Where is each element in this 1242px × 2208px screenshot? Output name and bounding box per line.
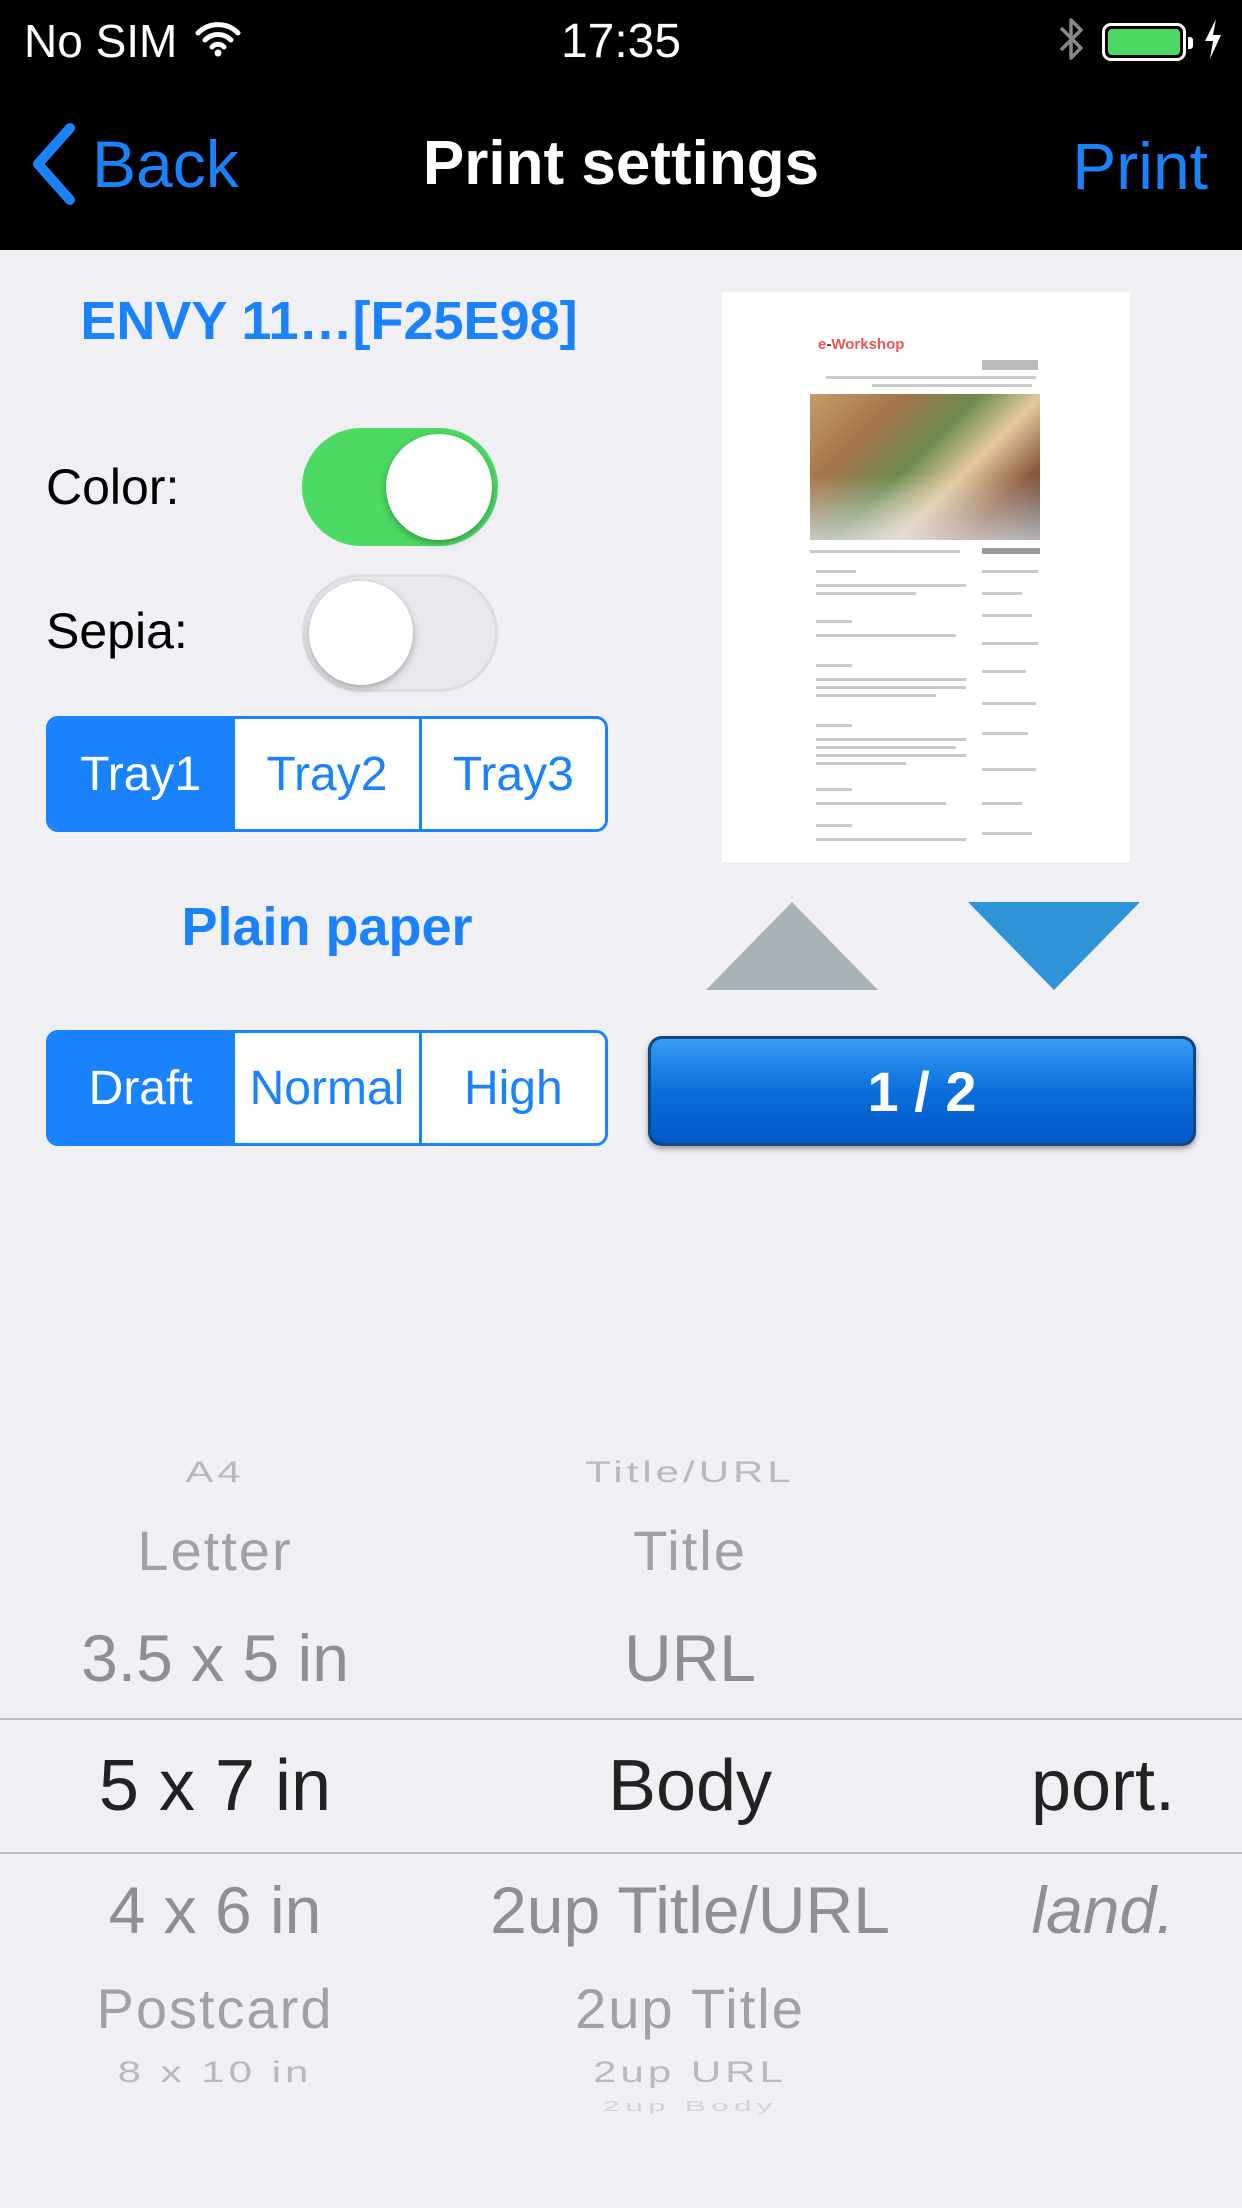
normal-segment[interactable]: Normal: [235, 1033, 422, 1143]
preview-photo: [810, 394, 1040, 540]
battery-level: [1108, 28, 1180, 55]
quality-selector: Draft Normal High: [46, 1030, 608, 1146]
orientation-selected[interactable]: port.: [950, 1745, 1242, 1827]
preview-text-line: [816, 570, 856, 573]
paper-type-selector[interactable]: Plain paper: [46, 896, 608, 958]
preview-text-line: [816, 738, 966, 741]
preview-text-line: [816, 788, 852, 791]
paper-size-option[interactable]: Letter: [0, 1518, 430, 1583]
preview-text-line: [816, 584, 966, 587]
tray-selector: Tray1 Tray2 Tray3: [46, 716, 608, 832]
content-selected[interactable]: Body: [430, 1745, 950, 1827]
sepia-toggle[interactable]: [302, 574, 498, 692]
content-option[interactable]: URL: [430, 1620, 950, 1696]
preview-text-line: [816, 762, 906, 765]
preview-side-line: [982, 768, 1036, 771]
preview-text-line: [816, 724, 852, 727]
navigation-bar: Back Print settings Print: [0, 84, 1242, 250]
preview-logo: e-Workshop: [818, 336, 905, 353]
paper-size-option[interactable]: 4 x 6 in: [0, 1872, 430, 1948]
preview-text-line: [816, 754, 966, 757]
preview-side-line: [982, 732, 1028, 735]
status-right: [1056, 14, 1224, 69]
print-button[interactable]: Print: [1072, 128, 1208, 204]
color-toggle[interactable]: [302, 428, 498, 546]
back-label: Back: [92, 127, 239, 201]
preview-side-line: [982, 614, 1032, 617]
paper-size-option[interactable]: Postcard: [0, 1976, 430, 2041]
paper-size-option[interactable]: 8 x 10 in: [0, 2055, 430, 2089]
preview-side-line: [982, 570, 1038, 573]
preview-text-line: [816, 664, 852, 667]
preview-text-line: [816, 824, 852, 827]
content-option[interactable]: Title/URL: [430, 1455, 950, 1489]
back-button[interactable]: Back: [30, 122, 239, 206]
preview-side-line: [982, 702, 1036, 705]
preview-text-line: [816, 694, 936, 697]
content-option[interactable]: 2up URL: [430, 2055, 950, 2089]
preview-text-line: [816, 634, 956, 637]
previous-page-arrow-icon[interactable]: [706, 902, 878, 990]
preview-nav-line: [826, 376, 1036, 379]
paper-size-selected[interactable]: 5 x 7 in: [0, 1745, 430, 1827]
status-bar: No SIM 17:35: [0, 0, 1242, 84]
next-page-arrow-icon[interactable]: [968, 902, 1140, 990]
paper-size-option[interactable]: A4: [0, 1455, 430, 1489]
paper-options-picker: A4 Letter 3.5 x 5 in 5 x 7 in 4 x 6 in P…: [0, 1440, 1242, 2140]
high-segment[interactable]: High: [421, 1033, 605, 1143]
orientation-column[interactable]: port. land.: [950, 1440, 1242, 2140]
preview-side-line: [982, 670, 1026, 673]
chevron-left-icon: [33, 123, 75, 205]
paper-size-option[interactable]: 3.5 x 5 in: [0, 1620, 430, 1696]
paper-size-column[interactable]: A4 Letter 3.5 x 5 in 5 x 7 in 4 x 6 in P…: [0, 1440, 430, 2140]
preview-text-line: [816, 802, 946, 805]
preview-text-line: [816, 686, 966, 689]
preview-text-line: [816, 746, 956, 749]
page-indicator: 1 / 2: [648, 1036, 1196, 1146]
preview-text-line: [816, 678, 966, 681]
tray3-segment[interactable]: Tray3: [421, 719, 605, 829]
sepia-label: Sepia:: [46, 603, 188, 659]
content-option[interactable]: Title: [430, 1518, 950, 1583]
preview-side-line: [982, 802, 1022, 805]
page-preview[interactable]: e-Workshop: [722, 292, 1130, 862]
content-option[interactable]: 2up Title: [430, 1976, 950, 2041]
content-option[interactable]: 2up Title/URL: [430, 1872, 950, 1948]
content-column[interactable]: Title/URL Title URL Body 2up Title/URL 2…: [430, 1440, 950, 2140]
battery-icon: [1102, 22, 1193, 61]
color-label: Color:: [46, 459, 180, 515]
preview-nav-line: [872, 384, 1032, 387]
preview-side-line: [982, 592, 1022, 595]
preview-text-line: [816, 838, 966, 841]
charging-bolt-icon: [1202, 17, 1224, 66]
battery-nub: [1188, 36, 1193, 49]
preview-text-line: [816, 620, 852, 623]
preview-side-box: [982, 548, 1040, 554]
tray1-segment[interactable]: Tray1: [49, 719, 236, 829]
preview-text-line: [810, 550, 960, 553]
toggle-knob: [309, 581, 413, 685]
content-option[interactable]: 2up Body: [430, 2098, 950, 2115]
orientation-option[interactable]: land.: [950, 1872, 1242, 1948]
tray2-segment[interactable]: Tray2: [235, 719, 422, 829]
preview-text-line: [816, 592, 916, 595]
toggle-knob: [386, 434, 492, 540]
preview-side-line: [982, 642, 1038, 645]
preview-header-box: [982, 360, 1038, 370]
draft-segment[interactable]: Draft: [49, 1033, 236, 1143]
preview-side-line: [982, 832, 1032, 835]
bluetooth-icon: [1056, 14, 1086, 69]
printer-name[interactable]: ENVY 11…[F25E98]: [44, 290, 614, 352]
